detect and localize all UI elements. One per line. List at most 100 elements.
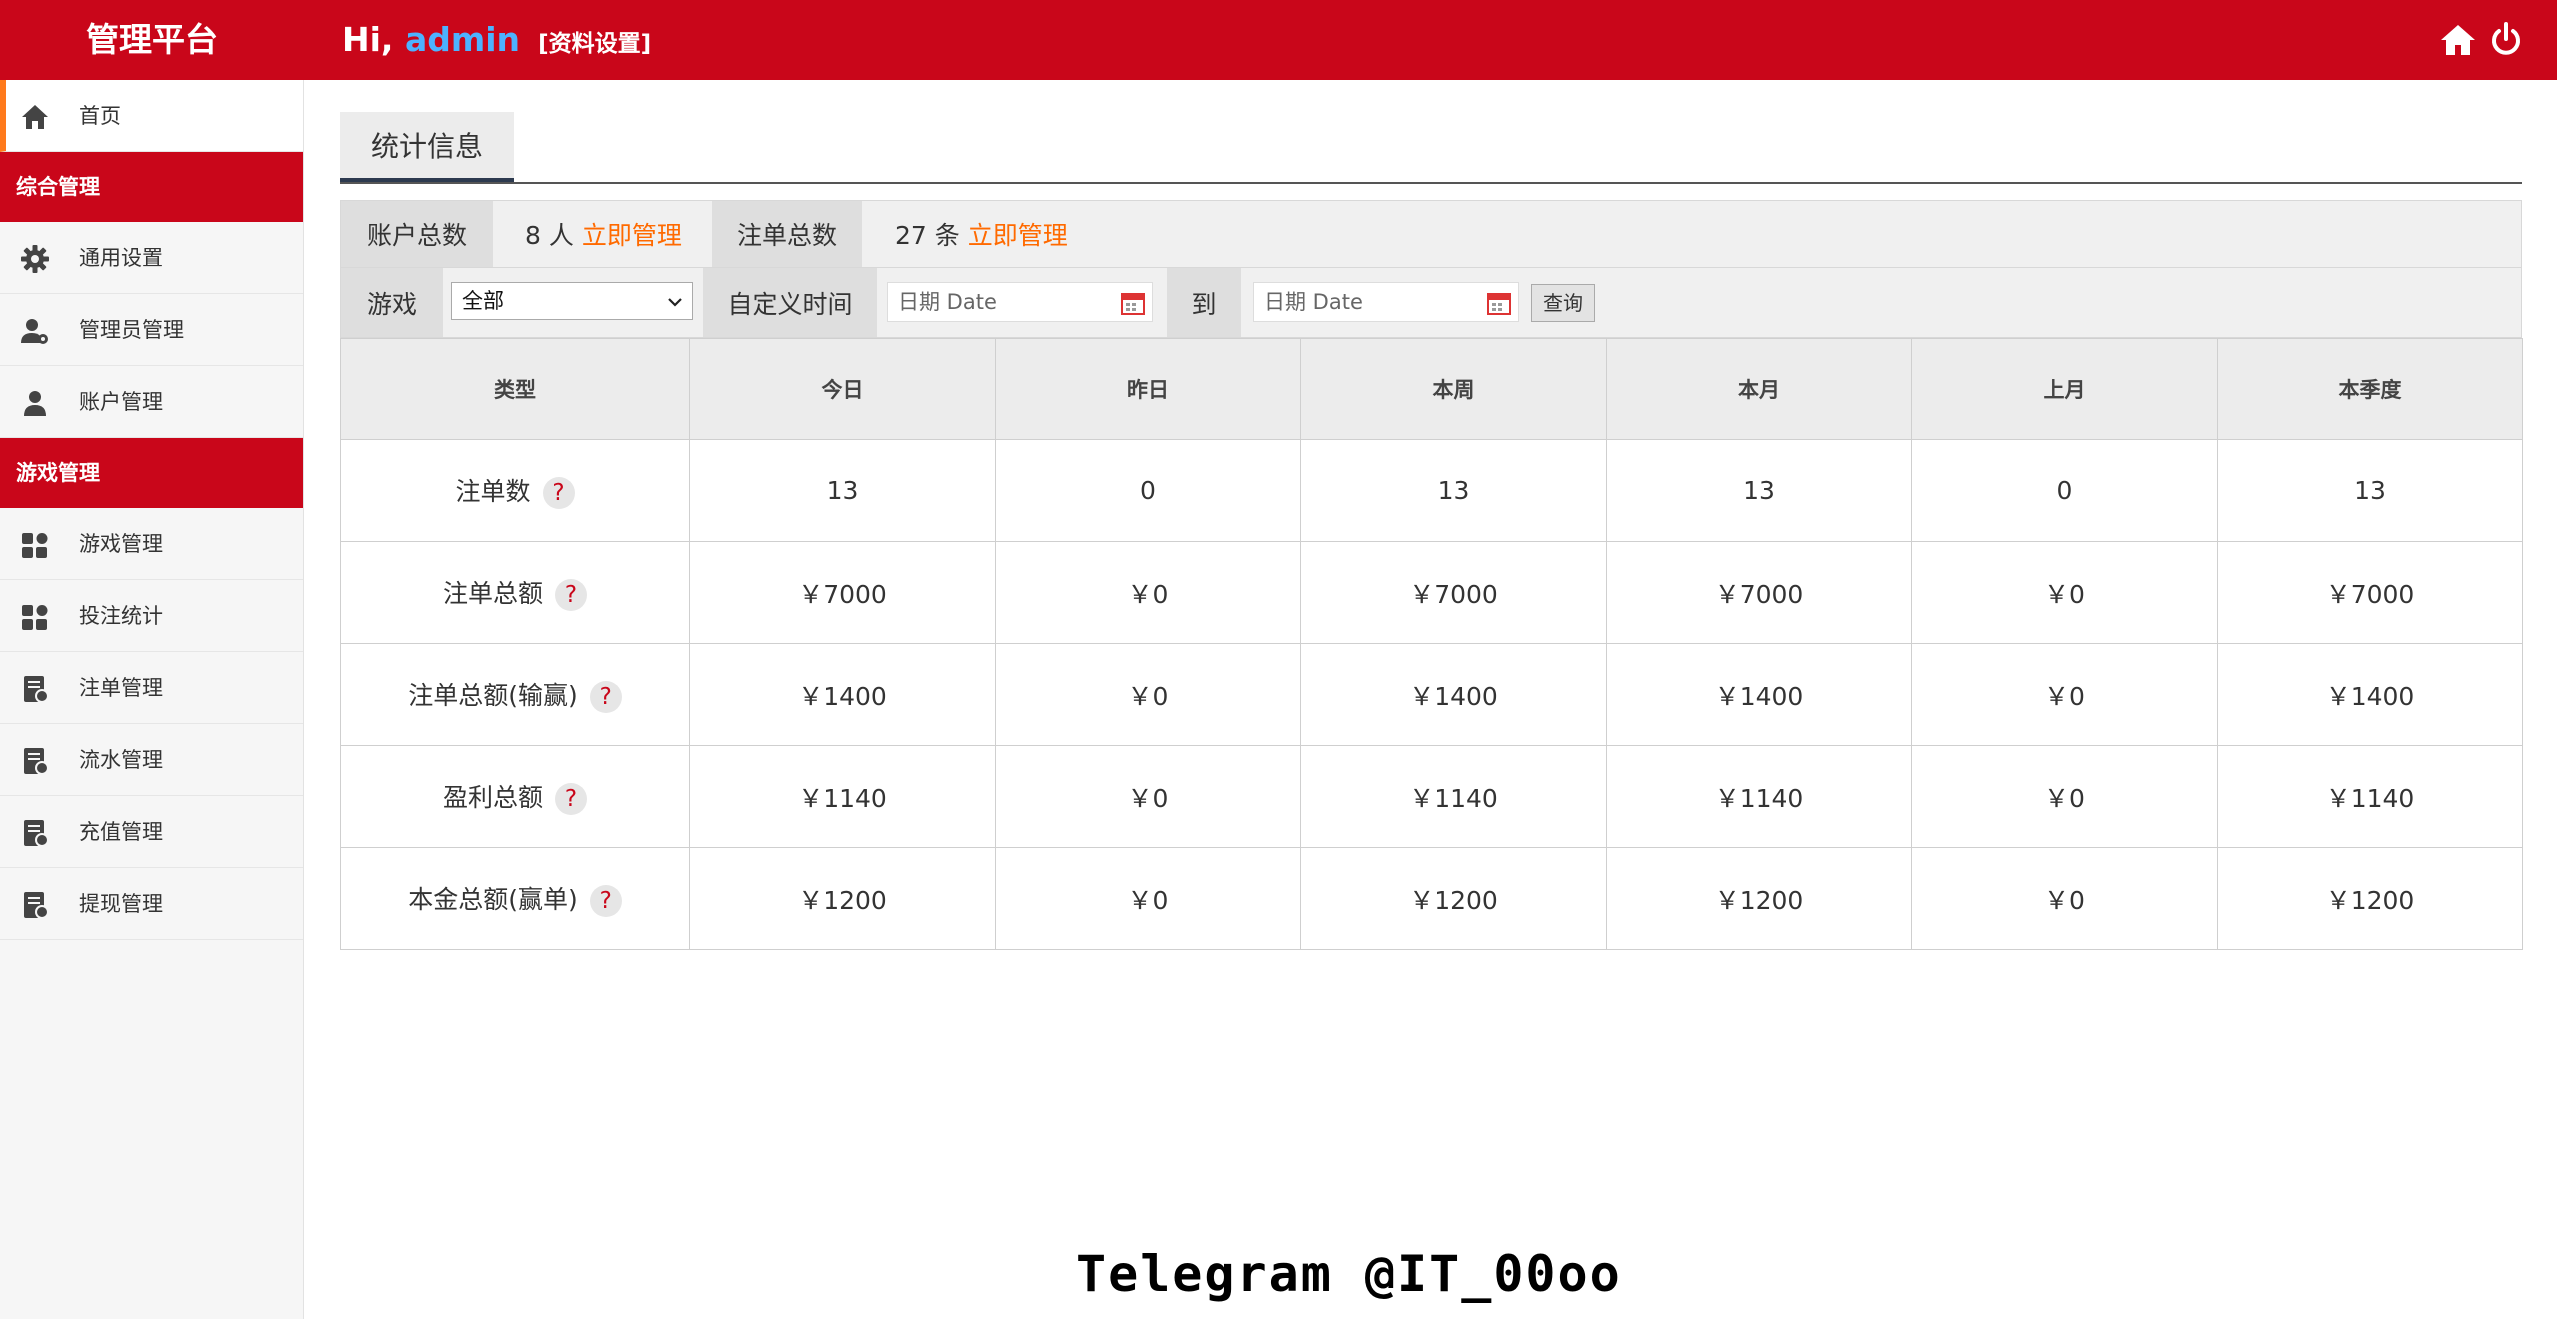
- to-label: 到: [1167, 268, 1241, 337]
- table-cell: ￥7000: [1300, 541, 1607, 644]
- summary-row: 账户总数 8 人 立即管理 注单总数 27 条 立即管理: [340, 200, 2522, 268]
- table-cell: ￥1400: [2217, 643, 2523, 746]
- power-icon[interactable]: [2486, 20, 2526, 60]
- sidebar-item-withdraw-management[interactable]: 提现管理: [0, 868, 303, 940]
- row-type-label: 盈利总额: [442, 783, 543, 812]
- greeting-prefix: Hi,: [342, 20, 405, 59]
- row-type-cell: 本金总额(赢单)?: [340, 847, 690, 950]
- table-cell: 0: [995, 439, 1301, 542]
- row-type-label: 注单总额(输赢): [408, 681, 578, 710]
- home-icon: [22, 105, 48, 129]
- sidebar-item-game-management[interactable]: 游戏管理: [0, 508, 303, 580]
- table-cell: ￥1400: [689, 643, 996, 746]
- calendar-icon[interactable]: [1120, 290, 1146, 316]
- row-type-cell: 注单总额(输赢)?: [340, 643, 690, 746]
- table-cell: ￥0: [1911, 643, 2218, 746]
- orders-count: 27 条: [895, 221, 960, 250]
- stats-table: 类型 今日 昨日 本周 本月 上月 本季度 注单数? 13 0 13 13 0: [340, 338, 2523, 950]
- row-type-label: 注单数: [455, 477, 531, 506]
- sidebar-item-label: 首页: [79, 104, 121, 128]
- sidebar-item-general-settings[interactable]: 通用设置: [0, 222, 303, 294]
- table-cell: ￥7000: [2217, 541, 2523, 644]
- row-type-cell: 注单总额?: [340, 541, 690, 644]
- help-icon[interactable]: ?: [589, 885, 622, 917]
- accounts-total-value: 8 人 立即管理: [525, 201, 682, 267]
- help-icon[interactable]: ?: [542, 477, 575, 509]
- sidebar-item-label: 注单管理: [79, 676, 163, 700]
- table-cell: 13: [2217, 439, 2523, 542]
- table-row: 盈利总额? ￥1140 ￥0 ￥1140 ￥1140 ￥0 ￥1140: [340, 745, 2523, 848]
- end-date-input[interactable]: 日期 Date: [1253, 282, 1519, 322]
- start-date-input[interactable]: 日期 Date: [887, 282, 1153, 322]
- sidebar-item-label: 提现管理: [79, 892, 163, 916]
- chevron-down-icon: [668, 298, 682, 307]
- calendar-icon[interactable]: [1486, 290, 1512, 316]
- table-cell: ￥1200: [689, 847, 996, 950]
- table-cell: ￥0: [995, 847, 1301, 950]
- table-row: 本金总额(赢单)? ￥1200 ￥0 ￥1200 ￥1200 ￥0 ￥1200: [340, 847, 2523, 950]
- table-row: 注单总额? ￥7000 ￥0 ￥7000 ￥7000 ￥0 ￥7000: [340, 541, 2523, 644]
- sidebar-item-bet-stats[interactable]: 投注统计: [0, 580, 303, 652]
- table-cell: 13: [689, 439, 996, 542]
- table-row: 注单总额(输赢)? ￥1400 ￥0 ￥1400 ￥1400 ￥0 ￥1400: [340, 643, 2523, 746]
- stats-panel: 账户总数 8 人 立即管理 注单总数 27 条 立即管理 游戏 全部 自定义时间…: [340, 200, 2523, 950]
- table-cell: 13: [1300, 439, 1607, 542]
- tab-statistics[interactable]: 统计信息: [340, 112, 515, 182]
- row-type-cell: 注单数?: [340, 439, 690, 542]
- table-cell: ￥0: [995, 745, 1301, 848]
- table-cell: ￥7000: [689, 541, 996, 644]
- table-cell: ￥1200: [1300, 847, 1607, 950]
- end-date-placeholder: 日期 Date: [1264, 290, 1363, 314]
- sidebar-item-recharge-management[interactable]: 充值管理: [0, 796, 303, 868]
- column-header-last-month: 上月: [1911, 338, 2218, 440]
- help-icon[interactable]: ?: [589, 681, 622, 713]
- sidebar-item-label: 投注统计: [79, 604, 163, 628]
- accounts-count: 8 人: [525, 221, 574, 250]
- table-cell: ￥7000: [1606, 541, 1912, 644]
- column-header-this-quarter: 本季度: [2217, 338, 2523, 440]
- main-content: 统计信息 账户总数 8 人 立即管理 注单总数 27 条 立即管理 游戏 全部 …: [340, 112, 2523, 950]
- row-type-cell: 盈利总额?: [340, 745, 690, 848]
- sidebar-item-order-management[interactable]: 注单管理: [0, 652, 303, 724]
- table-cell: ￥1140: [1606, 745, 1912, 848]
- accounts-manage-link[interactable]: 立即管理: [582, 216, 682, 252]
- table-cell: ￥1140: [689, 745, 996, 848]
- home-icon[interactable]: [2438, 20, 2478, 60]
- table-header-row: 类型 今日 昨日 本周 本月 上月 本季度: [340, 338, 2523, 440]
- query-button[interactable]: 查询: [1531, 284, 1595, 322]
- profile-settings-link[interactable]: [资料设置]: [538, 31, 651, 57]
- sidebar-item-flow-management[interactable]: 流水管理: [0, 724, 303, 796]
- sidebar-item-label: 充值管理: [79, 820, 163, 844]
- table-cell: ￥1200: [2217, 847, 2523, 950]
- table-cell: ￥1140: [2217, 745, 2523, 848]
- orders-manage-link[interactable]: 立即管理: [968, 216, 1068, 252]
- game-filter-label: 游戏: [341, 268, 443, 337]
- column-header-this-week: 本周: [1300, 338, 1607, 440]
- table-cell: ￥0: [995, 643, 1301, 746]
- table-cell: ￥0: [1911, 847, 2218, 950]
- column-header-this-month: 本月: [1606, 338, 1912, 440]
- top-header: 管理平台 Hi, admin [资料设置]: [0, 0, 2557, 80]
- grid-icon: [22, 533, 48, 558]
- table-cell: ￥0: [995, 541, 1301, 644]
- game-select[interactable]: 全部: [451, 282, 693, 320]
- help-icon[interactable]: ?: [555, 783, 587, 815]
- document-icon: [24, 820, 49, 847]
- sidebar-item-label: 通用设置: [79, 246, 163, 270]
- document-icon: [24, 676, 49, 703]
- sidebar-item-admin-management[interactable]: 管理员管理: [0, 294, 303, 366]
- column-header-today: 今日: [689, 338, 996, 440]
- brand-title: 管理平台: [86, 20, 218, 59]
- row-type-label: 本金总额(赢单): [408, 885, 578, 914]
- help-icon[interactable]: ?: [555, 579, 587, 611]
- sidebar-item-label: 账户管理: [79, 390, 163, 414]
- sidebar-item-account-management[interactable]: 账户管理: [0, 366, 303, 438]
- sidebar-item-home[interactable]: 首页: [0, 80, 303, 152]
- admin-user-icon: [21, 319, 48, 344]
- orders-total-label: 注单总数: [712, 201, 862, 267]
- custom-time-label: 自定义时间: [703, 268, 877, 337]
- sidebar-section-game: 游戏管理: [0, 438, 303, 508]
- table-cell: ￥1400: [1300, 643, 1607, 746]
- user-icon: [24, 391, 46, 416]
- table-cell: ￥1200: [1606, 847, 1912, 950]
